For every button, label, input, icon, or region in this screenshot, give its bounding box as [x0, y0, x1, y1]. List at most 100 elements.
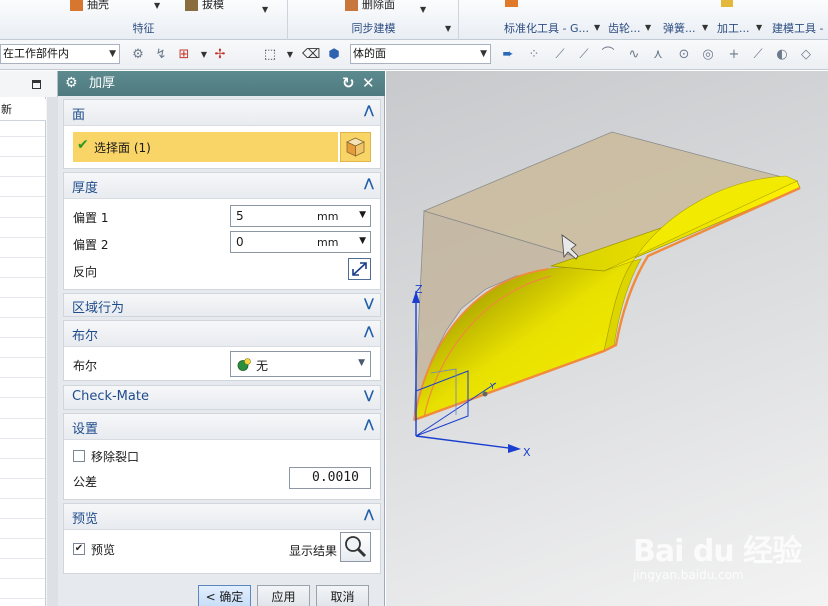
chevron-up-icon[interactable]: ⋀: [364, 324, 374, 338]
list-item[interactable]: [0, 238, 45, 258]
scope-filter-select[interactable]: 在工作部件内 ▼: [0, 44, 120, 64]
chevron-up-icon[interactable]: ⋀: [364, 176, 374, 190]
offset1-input[interactable]: 5 mm ▼: [230, 205, 371, 227]
list-item[interactable]: [0, 398, 45, 419]
snap-point-dropdown-icon[interactable]: ▼: [196, 47, 212, 63]
list-item[interactable]: [0, 559, 45, 580]
list-item[interactable]: [0, 218, 45, 238]
list-item[interactable]: [0, 278, 45, 298]
list-item[interactable]: [0, 459, 45, 479]
list-item[interactable]: [0, 499, 45, 519]
list-item[interactable]: [0, 197, 45, 218]
list-item[interactable]: [0, 439, 45, 459]
delete-face-button[interactable]: 删除面: [345, 0, 395, 12]
snap-grid-icon[interactable]: ⁘: [526, 47, 542, 63]
region-behavior-section-header[interactable]: 区域行为 ⋁: [64, 294, 380, 316]
remove-crack-checkbox[interactable]: [73, 450, 85, 462]
list-item[interactable]: [0, 519, 45, 540]
offset2-input[interactable]: 0 mm ▼: [230, 231, 371, 253]
snap-bounded-icon[interactable]: ◇: [798, 47, 814, 63]
list-item[interactable]: [0, 579, 45, 600]
face-section-header[interactable]: 面 ⋀: [64, 100, 380, 126]
machining-dropdown-icon[interactable]: ▼: [756, 23, 762, 32]
close-icon[interactable]: ✕: [362, 71, 375, 96]
chevron-down-icon[interactable]: ▼: [359, 210, 366, 220]
check-mate-section-header[interactable]: Check-Mate ⋁: [64, 386, 380, 409]
selection-box-icon[interactable]: ⬚: [262, 47, 278, 63]
ok-button[interactable]: < 确定 >: [198, 585, 251, 606]
navigator-list[interactable]: [0, 97, 46, 606]
ribbon-group-gear[interactable]: 齿轮... ▼: [606, 0, 656, 40]
face-rule-select[interactable]: 体的面 ▼: [350, 44, 491, 64]
ribbon-group-modeling-tools[interactable]: 建模工具 -: [768, 0, 828, 40]
list-item[interactable]: [0, 419, 45, 439]
snap-on-face-icon[interactable]: ◐: [774, 47, 790, 63]
snap-spline-icon[interactable]: ∿: [626, 47, 642, 63]
gear-icon[interactable]: ⚙: [65, 71, 78, 96]
gear-dropdown-icon[interactable]: ▼: [645, 23, 651, 32]
thickness-section-header[interactable]: 厚度 ⋀: [64, 173, 380, 199]
delete-face-dropdown-icon[interactable]: ▼: [420, 5, 426, 14]
ribbon-group-machining[interactable]: 加工... ▼: [714, 0, 766, 40]
solid-body-icon[interactable]: ⬢: [326, 47, 342, 63]
navigator-column-header[interactable]: 新: [0, 99, 46, 121]
ribbon-group-standard-tools[interactable]: 标准化工具 - G... ▼: [460, 0, 606, 40]
select-features-icon[interactable]: ⚙: [130, 47, 146, 63]
dialog-title-bar[interactable]: ⚙ 加厚 ↻ ✕: [58, 71, 385, 96]
reverse-direction-button[interactable]: [348, 258, 371, 280]
list-item[interactable]: [0, 378, 45, 399]
apply-button[interactable]: 应用: [257, 585, 310, 606]
list-item[interactable]: [0, 479, 45, 499]
snap-endpoint-icon[interactable]: ⟋: [576, 47, 592, 63]
tolerance-input[interactable]: 0.0010: [289, 467, 371, 489]
restore-window-icon[interactable]: [32, 80, 41, 89]
preview-checkbox[interactable]: ✔: [73, 543, 85, 555]
snap-arc-icon[interactable]: ⌒: [600, 47, 616, 63]
list-item[interactable]: [0, 137, 45, 158]
ribbon-group-spring[interactable]: 弹簧... ▼: [660, 0, 712, 40]
arrow-right-icon[interactable]: ➨: [500, 47, 516, 63]
list-item[interactable]: [0, 539, 45, 560]
selection-box-dropdown-icon[interactable]: ▼: [282, 47, 298, 63]
preview-section-header[interactable]: 预览 ⋀: [64, 504, 380, 530]
chevron-down-icon[interactable]: ▼: [359, 236, 366, 246]
list-item[interactable]: [0, 318, 45, 339]
reset-icon[interactable]: ↻: [342, 71, 355, 96]
draft-dropdown-icon[interactable]: ▼: [262, 5, 268, 14]
chevron-down-icon[interactable]: ⋁: [364, 388, 374, 402]
draft-button[interactable]: 拔模: [185, 0, 224, 12]
list-item[interactable]: [0, 298, 45, 319]
chevron-down-icon[interactable]: ⋁: [364, 296, 374, 310]
settings-section-header[interactable]: 设置 ⋀: [64, 414, 380, 440]
boolean-select[interactable]: 无 ▼: [230, 351, 371, 377]
select-face-button[interactable]: [340, 132, 371, 162]
snap-intersect-icon[interactable]: ⋏: [650, 47, 666, 63]
shell-button[interactable]: 抽壳: [70, 0, 109, 12]
spring-dropdown-icon[interactable]: ▼: [702, 23, 708, 32]
select-assembly-icon[interactable]: ↯: [153, 47, 169, 63]
navigator-scrollbar[interactable]: [47, 97, 58, 606]
region-behavior-section: 区域行为 ⋁: [63, 293, 381, 317]
cancel-button[interactable]: 取消: [316, 585, 369, 606]
chevron-up-icon[interactable]: ⋀: [364, 417, 374, 431]
boolean-section-header[interactable]: 布尔 ⋀: [64, 321, 380, 347]
shell-dropdown-icon[interactable]: ▼: [154, 1, 160, 10]
list-item[interactable]: [0, 358, 45, 379]
show-result-button[interactable]: [340, 532, 371, 562]
eraser-icon[interactable]: ⌫: [302, 47, 320, 63]
list-item[interactable]: [0, 258, 45, 278]
list-item[interactable]: [0, 157, 45, 178]
select-node-icon[interactable]: ✢: [212, 47, 228, 63]
chevron-up-icon[interactable]: ⋀: [364, 103, 374, 117]
chevron-up-icon[interactable]: ⋀: [364, 507, 374, 521]
list-item[interactable]: [0, 177, 45, 198]
snap-point-icon[interactable]: ⊞: [176, 47, 192, 63]
snap-quadrant-icon[interactable]: ◎: [700, 47, 716, 63]
select-face-row[interactable]: ✔ 选择面 (1): [73, 132, 338, 162]
snap-line-icon[interactable]: ⟋: [552, 47, 568, 63]
standard-tools-dropdown-icon[interactable]: ▼: [594, 23, 600, 32]
snap-center-icon[interactable]: ⊙: [676, 47, 692, 63]
snap-existing-point-icon[interactable]: +: [726, 47, 742, 63]
snap-on-curve-icon[interactable]: ⟋: [750, 47, 766, 63]
list-item[interactable]: [0, 338, 45, 359]
